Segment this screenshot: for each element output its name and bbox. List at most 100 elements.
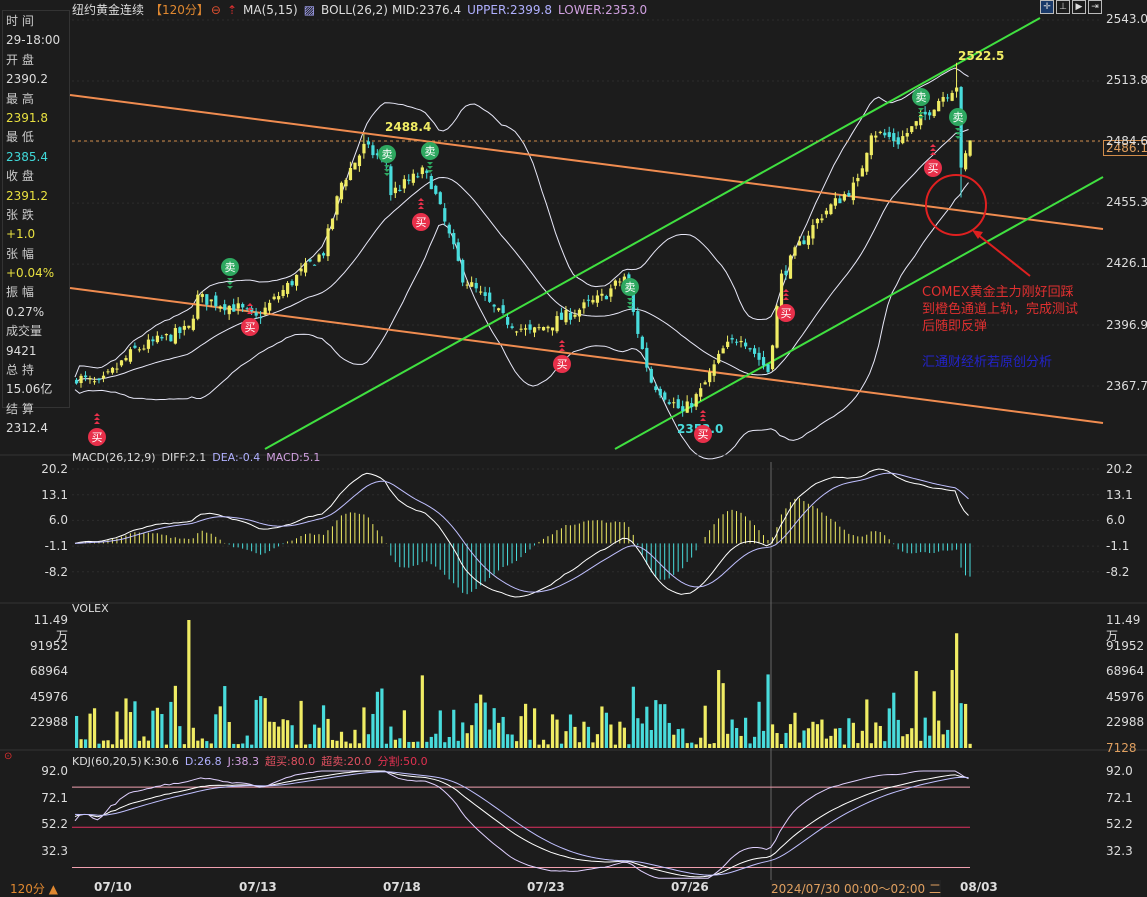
candle-body (928, 112, 932, 116)
volume-bar (106, 740, 110, 748)
volume-bar (959, 703, 963, 748)
candle-body (537, 327, 541, 329)
volume-bar (218, 706, 222, 748)
sell-arrow-icon (918, 116, 924, 119)
candle-body (550, 327, 555, 331)
volume-bar (79, 739, 83, 748)
macd-title: MACD(26,12,9) (72, 451, 156, 464)
record-icon[interactable]: ⊙ (4, 751, 12, 762)
volume-bar (321, 705, 326, 748)
volume-bar (178, 726, 182, 748)
volume-bar (83, 739, 88, 748)
sell-arrow-icon (918, 112, 924, 115)
candle-body (119, 360, 124, 366)
candle-body (227, 305, 231, 315)
volume-bar (137, 740, 142, 748)
buy-arrow-icon (783, 293, 789, 296)
candle-body (344, 179, 348, 187)
candle-body (667, 402, 671, 404)
volume-bar (515, 741, 519, 748)
volume-bar (793, 712, 797, 748)
volume-bar (604, 712, 609, 748)
volume-bar (92, 708, 97, 748)
candle-body (456, 242, 460, 261)
volume-bar (259, 696, 263, 748)
signal-label: 买 (92, 431, 103, 444)
candle-body (434, 185, 438, 194)
volume-bar (75, 715, 79, 748)
candle-body (595, 295, 600, 303)
volume-bar (568, 714, 573, 748)
volume-bar (124, 698, 128, 748)
candle-body (263, 307, 267, 315)
volume-bar (770, 724, 775, 748)
volume-bar (537, 744, 541, 748)
candle-body (712, 364, 716, 376)
candle-body (142, 348, 146, 350)
candle-body (703, 382, 707, 385)
volume-bar (627, 744, 631, 748)
kdj-header: KDJ(60,20,5) K:30.6 D:26.8 J:38.3 超买:80.0 超卖:… (72, 753, 434, 769)
signal-label: 买 (781, 307, 792, 320)
candle-body (586, 299, 591, 301)
volume-bar (573, 726, 577, 748)
period-button[interactable]: 120分 ▲ (10, 880, 58, 897)
candle-body (308, 259, 312, 262)
candle-body (470, 282, 474, 287)
buy-arrow-icon (700, 410, 706, 413)
volume-bar (407, 741, 411, 748)
candle-body (524, 328, 528, 330)
volume-bar (829, 735, 833, 748)
volume-bar (856, 743, 860, 748)
orange-channel-upper (69, 94, 1104, 230)
candle-body (811, 225, 815, 239)
volume-bar (447, 737, 451, 748)
sell-arrow-icon (227, 278, 233, 281)
axis-tick-label: 91952 (30, 638, 69, 653)
signal-label: 卖 (916, 91, 927, 104)
volume-bar (690, 742, 694, 748)
volume-bar (564, 731, 568, 748)
volume-bar (595, 734, 600, 748)
signal-label: 卖 (425, 145, 436, 158)
candle-body (788, 255, 793, 279)
candle-body (299, 268, 303, 272)
volume-bar (497, 722, 501, 748)
candle-body (932, 109, 936, 117)
candle-body (407, 179, 411, 181)
candle-body (241, 304, 245, 308)
candle-body (115, 368, 119, 370)
volume-bar (910, 728, 914, 748)
volume-bar (348, 743, 353, 748)
date-label: 07/18 (383, 880, 421, 894)
candle-body (438, 192, 442, 205)
kdj-oversold: 超卖:20.0 (321, 755, 372, 768)
candle-body (402, 179, 406, 189)
candle-body (510, 326, 514, 328)
date-label: 07/23 (527, 880, 565, 894)
volume-bar (928, 735, 932, 748)
candle-body (268, 302, 272, 311)
volume-bar (923, 717, 927, 748)
candle-body (515, 331, 519, 333)
buy-arrow-icon (930, 144, 936, 147)
candle-body (640, 336, 644, 350)
volume-bar (528, 739, 532, 748)
volume-bar (887, 708, 891, 748)
signal-label: 买 (557, 358, 568, 371)
candle-body (75, 379, 79, 384)
volume-bar (375, 691, 380, 748)
axis-tick-label: 2484.6 (1106, 134, 1147, 149)
volume-bar (766, 674, 770, 748)
volume-bar (465, 733, 469, 748)
volume-bar (672, 734, 676, 748)
candle-body (838, 198, 842, 204)
volume-bar (519, 716, 523, 748)
macd-dea: DEA:-0.4 (212, 451, 261, 464)
candle-body (766, 364, 770, 372)
volume-bar (968, 743, 972, 748)
sell-arrow-icon (384, 173, 390, 176)
volume-bar (663, 704, 667, 748)
volume-bar (133, 701, 137, 748)
volume-bar (330, 739, 335, 748)
